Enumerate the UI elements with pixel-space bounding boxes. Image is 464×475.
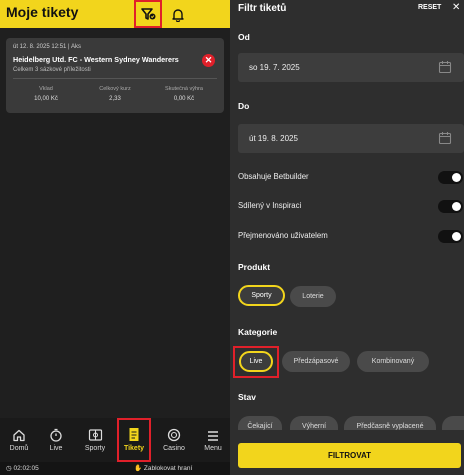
nav-label: Casino (163, 445, 185, 452)
stopwatch-icon (37, 418, 75, 442)
ticket-match: Heidelberg Utd. FC - Western Sydney Wand… (13, 55, 179, 64)
bottom-nav: Domů Live Sporty Tikety Casino Menu (0, 418, 230, 462)
od-date-value: so 19. 7. 2025 (249, 63, 300, 72)
renamed-toggle[interactable] (438, 230, 463, 243)
page-title: Moje tikety (6, 4, 79, 20)
toggle-label: Sdílený v Inspiraci (238, 201, 302, 210)
chip-loterie[interactable]: Loterie (290, 286, 336, 307)
app-header: Moje tikety (0, 0, 230, 28)
close-icon[interactable]: ✕ (452, 2, 460, 13)
stat-label: Celkový kurz (99, 86, 131, 92)
session-timer: ◷ 02:02:05 (6, 464, 39, 472)
calendar-icon (438, 60, 452, 79)
casino-chip-icon (155, 418, 193, 442)
block-gaming-link[interactable]: ✋ Zablokovat hraní (134, 464, 192, 472)
betbuilder-toggle[interactable] (438, 171, 463, 184)
status-bar: ◷ 02:02:05 ✋ Zablokovat hraní (0, 462, 230, 475)
toggle-label: Obsahuje Betbuilder (238, 172, 309, 181)
chip-sporty[interactable]: Sporty (238, 285, 285, 306)
stav-label: Stav (238, 392, 256, 402)
do-date-field[interactable]: út 19. 8. 2025 (238, 124, 464, 153)
sports-icon (76, 418, 114, 442)
toggle-row-renamed: Přejmenováno uživatelem (238, 229, 464, 245)
od-date-field[interactable]: so 19. 7. 2025 (238, 53, 464, 82)
filter-panel: Filtr tiketů RESET ✕ Od so 19. 7. 2025 D… (230, 0, 464, 475)
stat-odds: Celkový kurz 2,33 (81, 86, 149, 102)
session-time: 02:02:05 (13, 465, 39, 472)
nav-label: Domů (9, 445, 29, 452)
nav-item-live[interactable]: Live (37, 418, 75, 462)
stat-label: Vklad (39, 86, 53, 92)
chip-kombinovany[interactable]: Kombinovaný (357, 351, 429, 372)
hand-icon: ✋ (134, 465, 143, 472)
nav-item-casino[interactable]: Casino (155, 418, 193, 462)
tickets-screen: Moje tikety út 12. 8. 2025 12:51 | Aks H… (0, 0, 230, 475)
nav-label: Sporty (84, 445, 106, 452)
do-label: Do (238, 101, 250, 111)
nav-label: Menu (204, 445, 222, 452)
stat-value: 2,33 (109, 96, 121, 102)
filter-title: Filtr tiketů (238, 3, 287, 14)
stat-label: Skutečná výhra (165, 86, 203, 92)
kategorie-label: Kategorie (238, 327, 278, 337)
hamburger-icon (194, 418, 232, 442)
do-date-value: út 19. 8. 2025 (249, 134, 298, 143)
live-chip-highlight (233, 346, 279, 378)
clock-icon: ◷ (6, 465, 12, 472)
tickets-nav-highlight (117, 418, 151, 462)
nav-item-menu[interactable]: Menu (194, 418, 232, 462)
chip-vyherni[interactable]: Výherní (290, 416, 338, 430)
stat-stake: Vklad 10,00 Kč (12, 86, 80, 102)
inspirace-toggle[interactable] (438, 200, 463, 213)
chip-predzapasove[interactable]: Předzápasové (282, 351, 350, 372)
stat-value: 10,00 Kč (34, 96, 58, 102)
filter-button-highlight (134, 0, 162, 28)
reset-button[interactable]: RESET (418, 4, 441, 11)
nav-label: Live (49, 445, 63, 452)
toggle-label: Přejmenováno uživatelem (238, 231, 328, 240)
calendar-icon (438, 131, 452, 150)
toggle-row-inspirace: Sdílený v Inspiraci (238, 199, 464, 215)
od-label: Od (238, 32, 250, 42)
stat-win: Skutečná výhra 0,00 Kč (150, 86, 218, 102)
ticket-card[interactable]: út 12. 8. 2025 12:51 | Aks Heidelberg Ut… (6, 38, 224, 113)
block-gaming-label: Zablokovat hraní (143, 465, 193, 472)
filtrovat-button[interactable]: FILTROVAT (238, 443, 461, 468)
chip-more[interactable] (442, 416, 464, 430)
home-icon (0, 418, 38, 442)
toggle-row-betbuilder: Obsahuje Betbuilder (238, 170, 464, 186)
ticket-subtitle: Celkem 3 sázkové příležitosti (13, 67, 91, 73)
chip-cekajici[interactable]: Čekající (238, 416, 282, 430)
ticket-date: út 12. 8. 2025 12:51 | Aks (13, 44, 81, 50)
nav-item-sports[interactable]: Sporty (76, 418, 114, 462)
divider (13, 78, 217, 79)
produkt-label: Produkt (238, 262, 271, 272)
nav-item-home[interactable]: Domů (0, 418, 38, 462)
stat-value: 0,00 Kč (173, 96, 195, 102)
chip-predcasne-vyplacene[interactable]: Předčasně vyplacené (344, 416, 436, 430)
bell-icon[interactable] (167, 3, 189, 25)
ticket-close-icon[interactable]: ✕ (202, 54, 215, 67)
